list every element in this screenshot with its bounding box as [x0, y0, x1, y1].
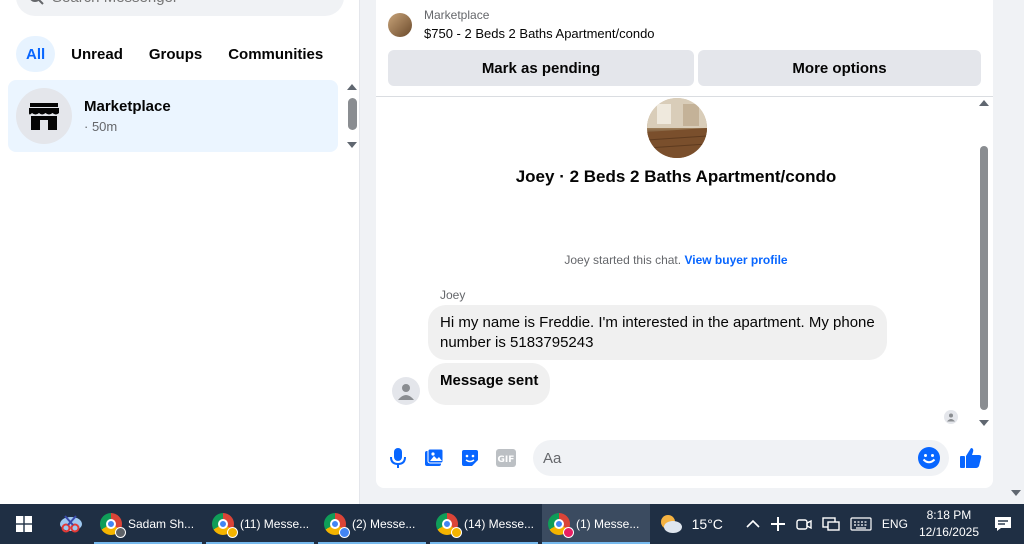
notifications-button[interactable] [994, 515, 1012, 533]
listing-photo [647, 98, 707, 158]
tray-meet-button[interactable] [796, 516, 812, 532]
sender-name: Joey [440, 288, 466, 302]
taskbar-chrome-window[interactable]: (14) Messe... [430, 504, 538, 544]
chat-list-sidebar: All Unread Groups Communities Marketplac… [0, 0, 360, 504]
filter-tabs: All Unread Groups Communities [16, 36, 333, 72]
tab-all[interactable]: All [16, 36, 56, 72]
scroll-up-arrow[interactable] [347, 84, 357, 90]
chat-avatar [16, 88, 72, 144]
search-input[interactable] [52, 0, 332, 6]
chat-started-notice: Joey started this chat. View buyer profi… [376, 253, 976, 267]
chat-list-scrollbar[interactable] [346, 84, 358, 148]
view-buyer-profile-link[interactable]: View buyer profile [684, 253, 787, 267]
chat-name: Marketplace [84, 98, 171, 115]
language-indicator[interactable]: ENG [882, 517, 908, 531]
sender-avatar[interactable] [392, 377, 420, 405]
svg-text:GIF: GIF [498, 455, 515, 465]
voice-clip-button[interactable] [386, 446, 410, 470]
chrome-icon [212, 513, 238, 538]
taskbar-clock[interactable]: 8:18 PM 12/16/2025 [919, 507, 979, 541]
message-input[interactable] [543, 449, 903, 467]
search-icon [30, 0, 44, 5]
listing-title: $750 - 2 Beds 2 Baths Apartment/condo [424, 26, 655, 41]
chrome-icon [436, 513, 462, 538]
header-divider [376, 96, 993, 97]
windows-taskbar: Sadam Sh... (11) Messe... (2) Messe... (… [0, 504, 1024, 544]
scroll-down-arrow[interactable] [347, 142, 357, 148]
taskbar-chrome-window[interactable]: (11) Messe... [206, 504, 314, 544]
scrollbar-thumb[interactable] [980, 146, 988, 410]
system-tray: 15°C ENG 8:18 PM 12/16/2025 [653, 504, 1024, 544]
person-icon [947, 413, 955, 422]
camera-icon [796, 519, 812, 530]
search-box[interactable] [16, 0, 344, 16]
chrome-icon [100, 513, 126, 538]
weather-widget[interactable]: 15°C [658, 513, 723, 535]
tray-network-button[interactable] [822, 516, 840, 532]
taskbar-window-label: (14) Messe... [464, 517, 535, 531]
taskbar-window-label: (1) Messe... [576, 517, 640, 531]
taskbar-chrome-window[interactable]: Sadam Sh... [94, 504, 202, 544]
chevron-up-icon [746, 519, 760, 528]
clock-date: 12/16/2025 [918, 525, 979, 539]
temperature-text: 15°C [691, 516, 723, 532]
emoji-icon[interactable] [917, 446, 941, 470]
sticker-icon [462, 450, 478, 466]
more-options-button[interactable]: More options [698, 50, 981, 86]
taskbar-chrome-window-active[interactable]: (1) Messe... [542, 504, 650, 544]
messages-scrollbar[interactable] [977, 100, 991, 426]
plus-icon [770, 517, 785, 531]
tab-unread[interactable]: Unread [61, 36, 133, 72]
message-bubble[interactable]: Hi my name is Freddie. I'm interested in… [428, 305, 887, 360]
weather-cloud-icon [660, 515, 682, 533]
sticker-button[interactable] [458, 446, 482, 470]
conversation-panel: Marketplace $750 - 2 Beds 2 Baths Apartm… [376, 0, 993, 488]
network-icon [822, 517, 840, 531]
keyboard-icon [850, 517, 872, 531]
thumbs-up-icon[interactable] [959, 446, 983, 470]
listing-label: Marketplace [424, 8, 490, 22]
taskbar-window-label: (2) Messe... [352, 517, 416, 531]
tray-plus-button[interactable] [770, 516, 786, 532]
taskbar-pinned-app[interactable] [48, 504, 94, 544]
windows-logo-icon [16, 516, 32, 532]
photo-icon [425, 448, 444, 466]
taskbar-window-label: (11) Messe... [240, 517, 310, 531]
snipping-tool-icon [60, 515, 82, 533]
seen-indicator-avatar [944, 410, 958, 424]
chrome-icon [548, 513, 574, 538]
chat-item-marketplace[interactable]: Marketplace · 50m [8, 80, 338, 152]
scroll-up-arrow[interactable] [979, 100, 989, 106]
mark-as-pending-button[interactable]: Mark as pending [388, 50, 694, 86]
gif-icon: GIF [496, 449, 516, 467]
listing-thumbnail [388, 12, 412, 37]
tray-keyboard-button[interactable] [850, 517, 872, 531]
attach-media-button[interactable] [422, 446, 446, 470]
conversation-title: Joey · 2 Beds 2 Baths Apartment/condo [515, 167, 837, 186]
show-hidden-icons-button[interactable] [746, 519, 760, 529]
person-icon [398, 384, 414, 400]
chat-time: · 50m [84, 119, 118, 134]
page-scroll-down-arrow[interactable] [1011, 490, 1021, 496]
listing-header[interactable]: Marketplace $750 - 2 Beds 2 Baths Apartm… [388, 8, 655, 41]
microphone-icon [390, 448, 406, 468]
gif-button[interactable]: GIF [494, 446, 518, 470]
clock-time: 8:18 PM [926, 508, 972, 522]
storefront-icon [29, 103, 59, 130]
chat-started-text: Joey started this chat. [564, 253, 682, 267]
tab-communities[interactable]: Communities [218, 36, 333, 72]
chrome-icon [324, 513, 350, 538]
tab-groups[interactable]: Groups [139, 36, 212, 72]
message-composer[interactable] [533, 440, 949, 476]
scrollbar-thumb[interactable] [348, 98, 357, 130]
taskbar-chrome-window[interactable]: (2) Messe... [318, 504, 426, 544]
scroll-down-arrow[interactable] [979, 420, 989, 426]
notification-icon [995, 517, 1011, 531]
taskbar-window-label: Sadam Sh... [128, 517, 195, 531]
start-button[interactable] [0, 504, 48, 544]
message-bubble[interactable]: Message sent [428, 363, 551, 405]
